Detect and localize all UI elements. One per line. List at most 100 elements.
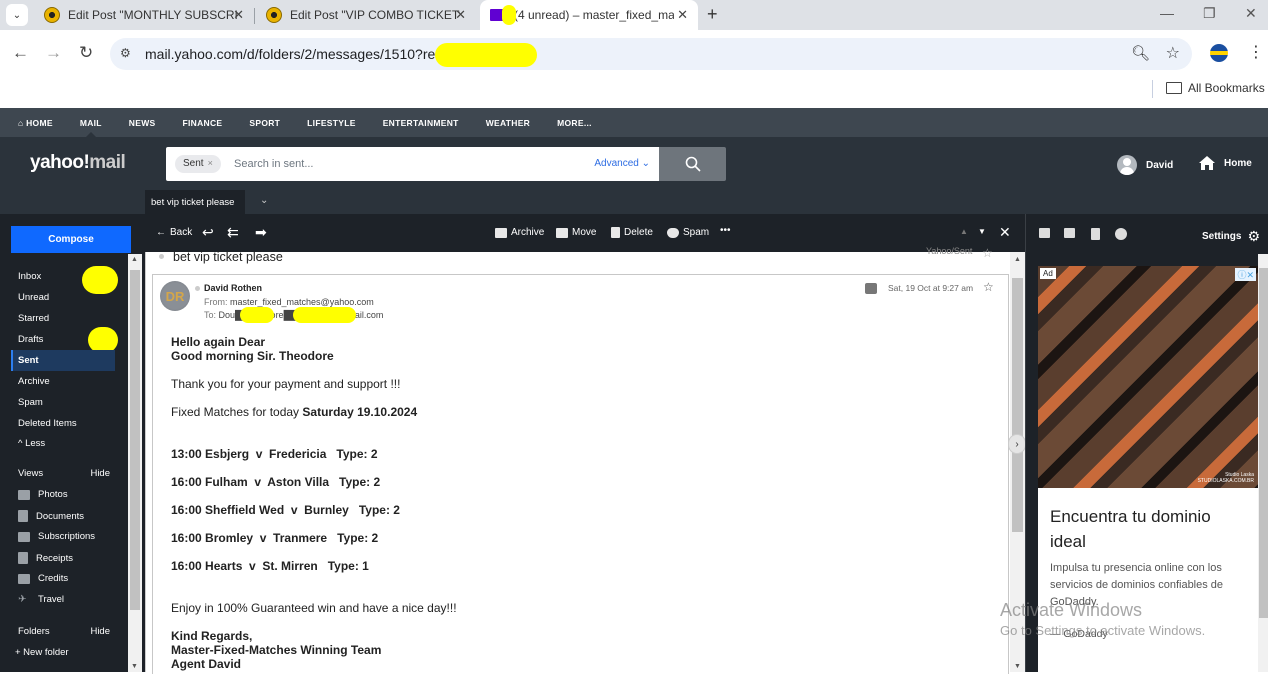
folder-archive[interactable]: Archive	[11, 371, 115, 392]
scroll-down-icon[interactable]: ▼	[1014, 663, 1021, 670]
search-folder-chip[interactable]: Sent ×	[175, 155, 221, 173]
scrollbar-thumb[interactable]	[1259, 268, 1268, 618]
ad-card[interactable]: Encuentra tu dominio ideal Impulsa tu pr…	[1038, 488, 1258, 672]
contacts-icon[interactable]	[1039, 228, 1050, 238]
nav-mail[interactable]: MAIL	[80, 118, 102, 137]
less-toggle[interactable]: ^ Less	[11, 433, 115, 454]
scroll-up-icon[interactable]: ▲	[131, 256, 138, 263]
ad-brand[interactable]: — GoDaddy	[1050, 628, 1108, 640]
read-status-dot[interactable]	[195, 286, 200, 291]
view-credits[interactable]: Credits	[18, 573, 68, 584]
back-button[interactable]: ← Back	[156, 227, 192, 238]
nav-more[interactable]: MORE...	[557, 118, 592, 128]
scroll-up-icon[interactable]: ▲	[1014, 256, 1021, 263]
previous-message-icon[interactable]: ▲	[960, 227, 968, 236]
user-menu[interactable]: David	[1117, 155, 1173, 175]
delete-button[interactable]: Delete	[611, 227, 653, 238]
browser-tab[interactable]: Edit Post "MONTHLY SUBSCRIP ✕	[34, 0, 254, 30]
view-travel[interactable]: ✈ Travel	[18, 594, 64, 605]
match-line: 16:00 Fulham v Aston Villa Type: 2	[171, 475, 381, 489]
restore-button[interactable]: ❐	[1203, 5, 1216, 22]
nav-weather[interactable]: WEATHER	[486, 118, 530, 128]
folder-sent[interactable]: Sent	[11, 350, 115, 371]
view-documents[interactable]: Documents	[18, 510, 84, 522]
close-window-button[interactable]: ✕	[1245, 5, 1257, 22]
sender-name[interactable]: David Rothen	[204, 283, 262, 293]
folder-deleted-items[interactable]: Deleted Items	[11, 413, 115, 434]
search-button[interactable]	[659, 147, 726, 181]
tab-search-button[interactable]: ⌄	[6, 4, 28, 26]
reload-icon[interactable]: ↻	[79, 43, 93, 63]
view-subscriptions[interactable]: Subscriptions	[18, 531, 95, 542]
next-message-icon[interactable]: ▼	[978, 227, 986, 236]
search-box[interactable]: Sent × Search in sent... Advanced ⌄	[166, 147, 659, 181]
back-arrow-icon[interactable]: ←	[12, 43, 29, 63]
bookmark-star-icon[interactable]: ☆	[1166, 43, 1180, 63]
view-receipts[interactable]: Receipts	[18, 552, 73, 564]
compose-button[interactable]: Compose	[11, 226, 131, 253]
scroll-down-icon[interactable]: ▼	[131, 663, 138, 670]
site-info-icon[interactable]: ⚙	[120, 46, 131, 60]
archive-button[interactable]: Archive	[495, 227, 544, 238]
ad-image[interactable]: Ad ⓘ✕ Studio Laska STUDIOLASKA.COM.BR	[1038, 266, 1258, 488]
help-icon[interactable]	[1115, 228, 1127, 240]
scrollbar-thumb[interactable]	[130, 270, 140, 610]
settings-button[interactable]: Settings ⚙	[1202, 228, 1260, 245]
zoom-icon[interactable]: 🔍︎	[1131, 44, 1150, 62]
star-icon[interactable]: ☆	[982, 246, 993, 260]
search-input[interactable]: Search in sent...	[234, 158, 314, 170]
address-bar[interactable]: ⚙ mail.yahoo.com/d/folders/2/messages/15…	[110, 38, 1192, 70]
chevron-down-icon[interactable]: ⌄	[260, 195, 268, 206]
close-tab-icon[interactable]: ✕	[455, 7, 466, 23]
close-tab-icon[interactable]: ✕	[233, 7, 244, 23]
url-text[interactable]: mail.yahoo.com/d/folders/2/messages/1510…	[145, 46, 474, 62]
browser-tab-active[interactable]: (4 unread) – master_fixed_matc ✕	[480, 0, 698, 30]
more-actions-button[interactable]: •••	[720, 225, 731, 236]
nav-home[interactable]: ⌂ HOME	[18, 118, 53, 128]
close-tab-icon[interactable]: ✕	[677, 7, 688, 23]
all-bookmarks-button[interactable]: All Bookmarks	[1166, 81, 1265, 95]
folder-starred[interactable]: Starred	[11, 308, 115, 329]
star-icon[interactable]: ☆	[983, 280, 994, 294]
notepad-icon[interactable]	[1091, 228, 1100, 240]
profile-avatar[interactable]	[1210, 44, 1228, 62]
browser-menu-icon[interactable]: ⋮	[1248, 42, 1264, 62]
print-icon[interactable]	[865, 283, 877, 294]
rail-scrollbar[interactable]	[1258, 254, 1268, 672]
spam-button[interactable]: Spam	[667, 227, 709, 238]
folder-spam[interactable]: Spam	[11, 392, 115, 413]
ad-title[interactable]: Encuentra tu dominio ideal	[1050, 504, 1250, 554]
remove-chip-icon[interactable]: ×	[208, 158, 213, 168]
close-message-icon[interactable]: ✕	[999, 224, 1011, 241]
nav-entertainment[interactable]: ENTERTAINMENT	[383, 118, 459, 128]
home-link[interactable]: Home	[1198, 155, 1252, 171]
new-folder-button[interactable]: + New folder	[15, 647, 69, 658]
view-photos[interactable]: Photos	[18, 489, 68, 500]
yahoo-mail-logo[interactable]: yahoo!mail	[30, 152, 126, 174]
calendar-icon[interactable]	[1064, 228, 1075, 238]
browser-tab[interactable]: Edit Post "VIP COMBO TICKET" ✕	[256, 0, 476, 30]
expand-rail-button[interactable]: ›	[1008, 434, 1026, 454]
folders-hide-button[interactable]: Hide	[90, 626, 110, 637]
from-address[interactable]: master_fixed_matches@yahoo.com	[230, 297, 374, 307]
views-hide-button[interactable]: Hide	[90, 468, 110, 479]
reply-icon[interactable]: ↩	[202, 224, 214, 241]
reply-all-icon[interactable]: ⇇	[227, 224, 239, 241]
nav-lifestyle[interactable]: LIFESTYLE	[307, 118, 356, 128]
advanced-search-button[interactable]: Advanced ⌄	[594, 158, 650, 169]
sidebar-scrollbar[interactable]: ▲ ▼	[128, 254, 142, 672]
archive-icon	[495, 227, 507, 238]
folder-unread[interactable]: Unread	[11, 287, 115, 308]
scrollbar-thumb[interactable]	[1012, 278, 1023, 532]
message-scrollbar[interactable]: ▲ ▼	[1010, 252, 1025, 672]
forward-icon[interactable]: ➡	[255, 224, 267, 241]
open-message-tab[interactable]: bet vip ticket please	[145, 190, 245, 214]
move-button[interactable]: Move	[556, 227, 596, 238]
new-tab-button[interactable]: +	[707, 4, 718, 25]
ad-choices-icon[interactable]: ⓘ✕	[1235, 268, 1256, 281]
forward-arrow-icon[interactable]: →	[45, 43, 62, 63]
nav-sport[interactable]: SPORT	[249, 118, 280, 128]
minimize-button[interactable]: —	[1160, 5, 1174, 21]
nav-news[interactable]: NEWS	[129, 118, 156, 128]
nav-finance[interactable]: FINANCE	[183, 118, 223, 128]
